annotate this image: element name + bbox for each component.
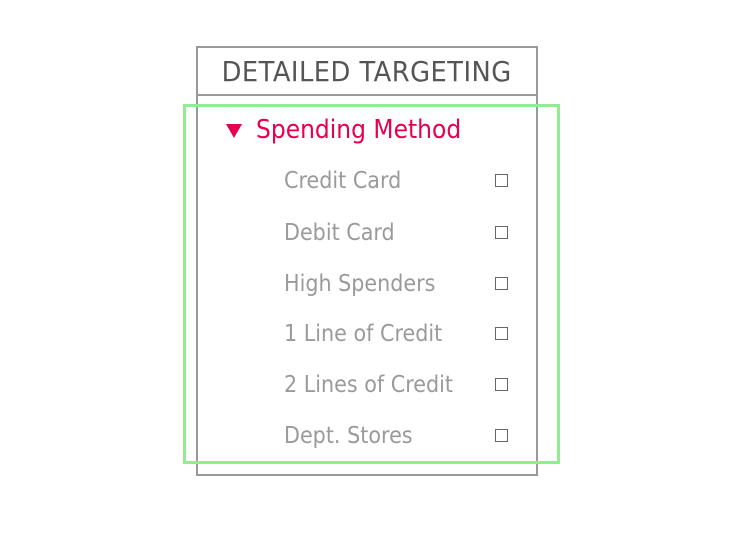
option-dept-stores[interactable]: Dept. Stores [284,418,524,454]
option-label: 1 Line of Credit [284,321,443,347]
checkbox[interactable] [495,174,508,187]
checkbox[interactable] [495,429,508,442]
option-debit-card[interactable]: Debit Card [284,215,524,251]
checkbox[interactable] [495,378,508,391]
option-high-spenders[interactable]: High Spenders [284,266,524,302]
triangle-down-icon [226,124,242,138]
checkbox[interactable] [495,327,508,340]
option-2-lines-of-credit[interactable]: 2 Lines of Credit [284,367,524,403]
checkbox[interactable] [495,226,508,239]
option-label: Dept. Stores [284,423,413,449]
checkbox[interactable] [495,277,508,290]
option-1-line-of-credit[interactable]: 1 Line of Credit [284,316,524,352]
panel-title: DETAILED TARGETING [221,54,513,88]
option-label: High Spenders [284,271,436,297]
option-label: Debit Card [284,220,395,246]
section-label: Spending Method [256,115,462,145]
option-label: Credit Card [284,168,402,194]
option-label: 2 Lines of Credit [284,372,454,398]
spending-method-section-toggle[interactable]: Spending Method [226,110,484,150]
option-credit-card[interactable]: Credit Card [284,163,524,199]
panel-header: DETAILED TARGETING [198,48,536,96]
